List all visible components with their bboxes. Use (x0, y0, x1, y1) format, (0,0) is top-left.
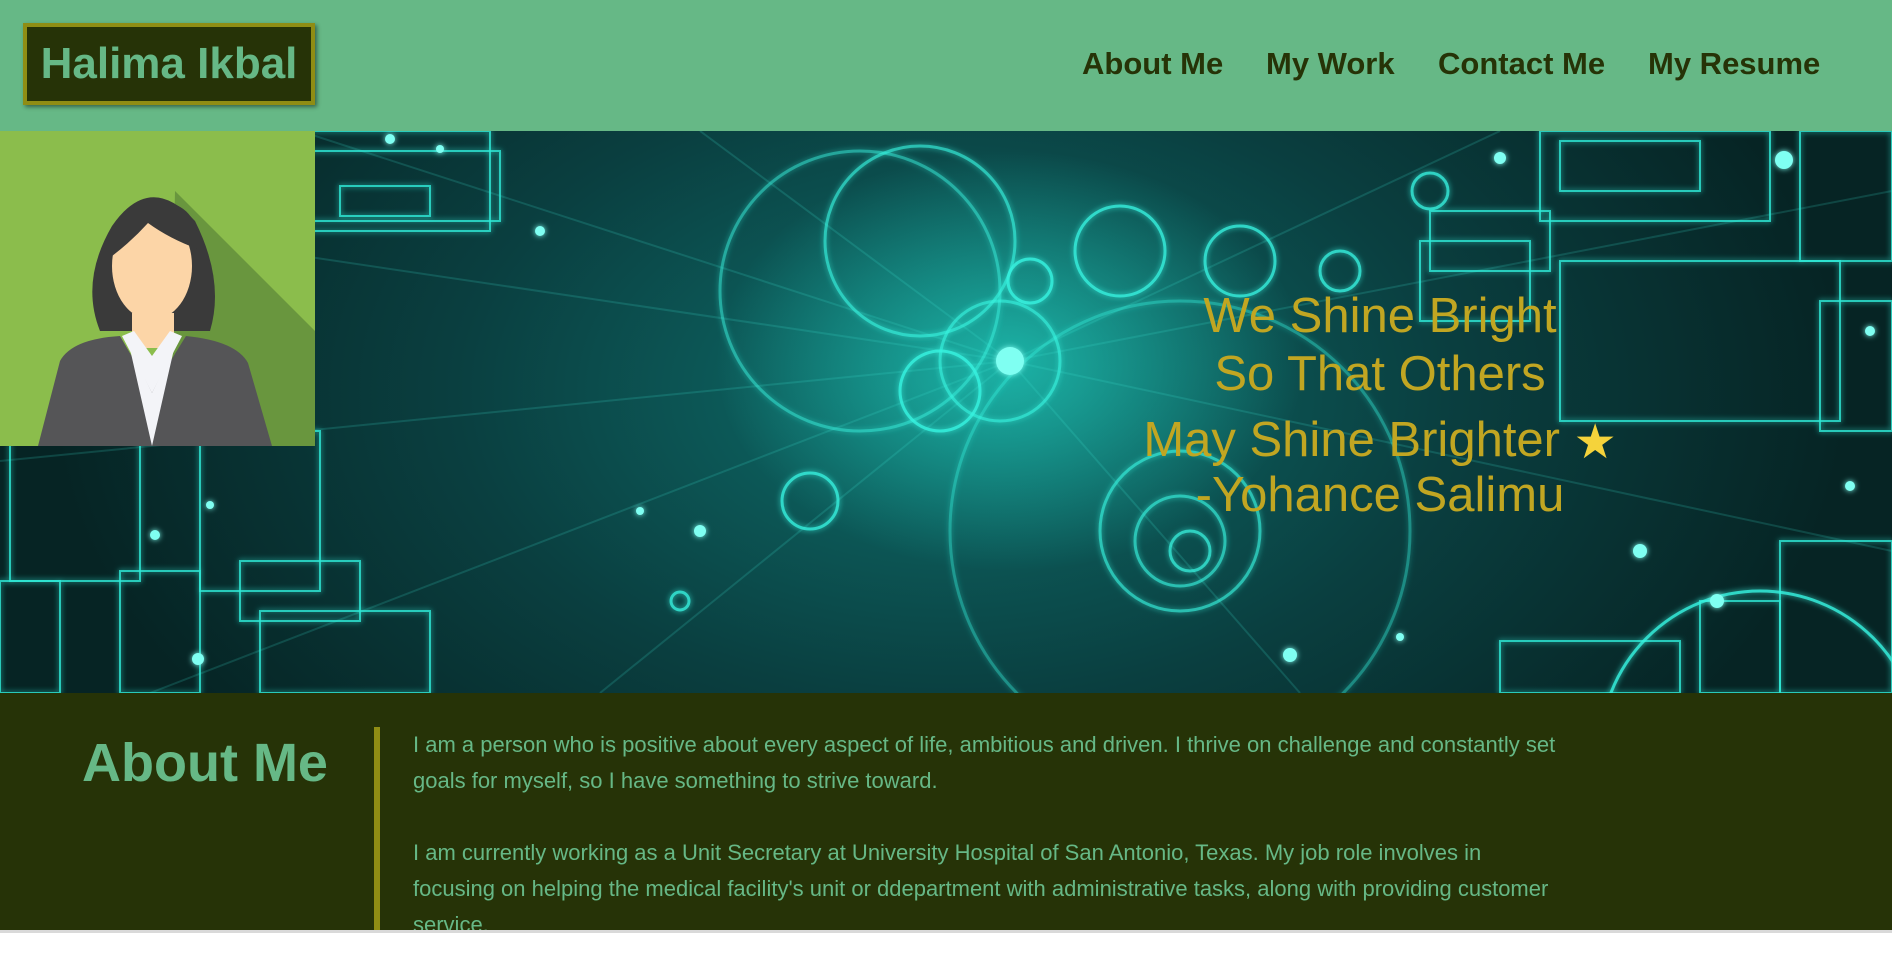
site-logo[interactable]: Halima Ikbal (23, 23, 315, 105)
quote-line: May Shine Brighter (1143, 413, 1561, 467)
nav-contact-me[interactable]: Contact Me (1438, 44, 1605, 84)
quote-author: -Yohance Salimu (1195, 468, 1565, 522)
about-text: I am a person who is positive about ever… (413, 727, 1563, 979)
woman-avatar-icon (0, 131, 315, 446)
about-section: About Me I am a person who is positive a… (0, 693, 1892, 937)
site-header: Halima Ikbal About Me My Work Contact Me… (0, 0, 1892, 131)
star-icon: ★ (1573, 416, 1617, 469)
about-heading: About Me (82, 733, 328, 793)
section-divider (374, 727, 380, 933)
quote-line-with-icon: May Shine Brighter ★ (1080, 411, 1680, 472)
nav-about-me[interactable]: About Me (1082, 44, 1223, 84)
hero-banner: We Shine Bright So That Others May Shine… (0, 131, 1892, 693)
nav-my-resume[interactable]: My Resume (1648, 44, 1820, 84)
about-paragraph: I am a person who is positive about ever… (413, 732, 1556, 793)
about-paragraph: I am currently working as a Unit Secreta… (413, 840, 1549, 937)
quote-line: We Shine Bright (1203, 289, 1557, 343)
quote-line: So That Others (1214, 347, 1546, 401)
hero-quote: We Shine Bright So That Others May Shine… (1080, 287, 1680, 524)
nav-my-work[interactable]: My Work (1266, 44, 1395, 84)
